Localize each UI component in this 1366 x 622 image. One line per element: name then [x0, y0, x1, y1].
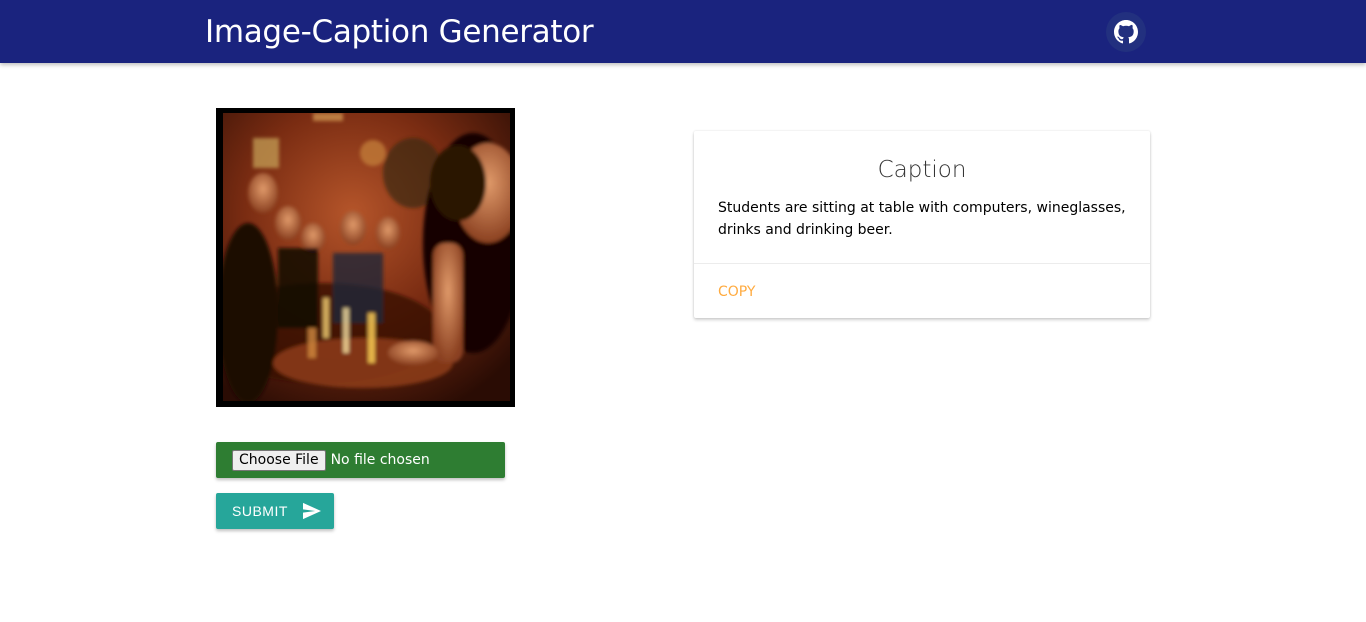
app-title[interactable]: Image-Caption Generator	[205, 12, 594, 52]
file-input[interactable]: Choose File No file chosen	[216, 442, 505, 478]
github-button[interactable]	[1106, 12, 1146, 52]
submit-button[interactable]: SUBMIT	[216, 493, 334, 529]
card-actions: COPY	[694, 263, 1150, 318]
copy-button[interactable]: COPY	[718, 284, 755, 300]
uploaded-image	[223, 113, 510, 401]
send-icon	[302, 502, 322, 520]
submit-label: SUBMIT	[232, 503, 288, 519]
caption-text: Students are sitting at table with compu…	[718, 200, 1126, 238]
caption-title: Caption	[877, 157, 967, 183]
github-icon	[1114, 20, 1138, 44]
file-status-text: No file chosen	[330, 452, 430, 468]
uploaded-image-frame	[216, 108, 515, 407]
choose-file-button[interactable]: Choose File	[232, 449, 326, 471]
caption-card: Caption Students are sitting at table wi…	[694, 131, 1150, 318]
navbar: Image-Caption Generator	[0, 0, 1366, 63]
